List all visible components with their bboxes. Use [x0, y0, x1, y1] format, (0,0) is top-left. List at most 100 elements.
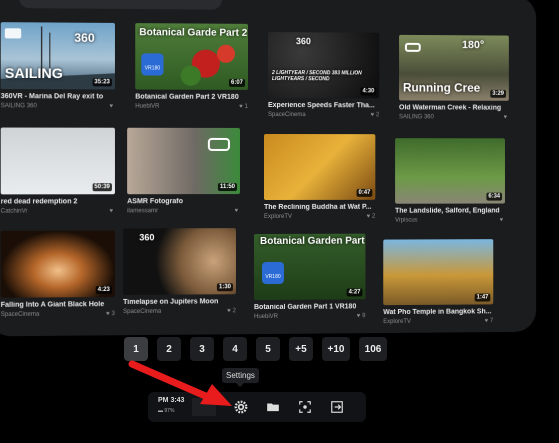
page-button-5[interactable]: 5 [256, 337, 280, 361]
video-card[interactable]: 180° Running Cree 3:29 Old Waterman Cree… [399, 34, 509, 121]
page-button-4[interactable]: 4 [223, 337, 247, 361]
like-count: 2 [372, 213, 376, 220]
thumbnail-overlay-text: 2 LIGHTYEAR / SECOND 383 MILLION LIGHTYE… [271, 70, 362, 83]
page-jump-plus-5[interactable]: +5 [289, 337, 313, 361]
channel-name: SpaceCinema [267, 112, 306, 119]
channel-name: SAILING 360 [0, 103, 37, 110]
video-title: Wat Pho Temple in Bangkok Sh... [383, 308, 492, 317]
heart-icon: ♥ [105, 311, 110, 318]
duration-badge: 6:34 [486, 192, 503, 201]
channel-name: HuebiVR [254, 313, 279, 321]
video-thumbnail[interactable]: 4:23 [0, 230, 115, 298]
page-button-3[interactable]: 3 [190, 337, 214, 361]
video-thumbnail[interactable]: 180° Running Cree 3:29 [399, 34, 509, 101]
thumbnail-overlay-text: Botanical Garde Part 2 [139, 27, 248, 39]
video-title: The Landslide, Salford, England [395, 207, 500, 215]
video-thumbnail[interactable]: 1:47 [383, 239, 494, 306]
video-title: 360VR - Marina Del Ray exit to [0, 93, 104, 101]
channel-name: SpaceCinema [123, 308, 162, 316]
like-count: 9 [362, 313, 366, 320]
video-thumbnail[interactable]: 11:50 [127, 127, 240, 195]
video-title: Old Waterman Creek - Relaxing [399, 104, 502, 112]
like-count: 7 [489, 318, 494, 325]
like-count: 2 [375, 112, 380, 119]
vr-headset-icon [404, 42, 421, 52]
channel-name: ExploreTV [383, 318, 411, 326]
video-card[interactable]: Botanical Garden Part VR180 4:27 Botanic… [254, 233, 366, 321]
exit-icon[interactable] [330, 400, 344, 414]
folder-icon[interactable] [266, 400, 280, 414]
video-card[interactable]: 360 1:30 Timelapse on Jupiters Moon Spac… [123, 228, 236, 315]
heart-icon: ♥ [227, 308, 231, 315]
video-title: Botanical Garden Part 2 VR180 [135, 93, 239, 101]
channel-name: CatchinVr [0, 208, 28, 215]
duration-badge: 0:47 [356, 188, 373, 197]
channel-name: Vrpiscus [395, 217, 418, 224]
video-thumbnail[interactable]: 6:34 [395, 138, 505, 204]
channel-name: HuebiVR [135, 103, 160, 110]
heart-icon: ♥ [499, 217, 504, 224]
video-card[interactable]: 360 2 LIGHTYEAR / SECOND 383 MILLION LIG… [267, 32, 380, 119]
top-strip [19, 0, 222, 10]
video-title: red dead redemption 2 [0, 198, 78, 206]
video-card[interactable]: 0:47 The Reclining Buddha at Wat P... Ex… [264, 133, 376, 221]
video-title: Experience Speeds Faster Tha... [267, 102, 375, 110]
heart-icon: ♥ [109, 103, 113, 110]
video-card[interactable]: Botanical Garde Part 2 VR180 6:07 Botani… [135, 23, 248, 110]
thumbnail-overlay-text: Running Cree [402, 80, 481, 95]
video-title: ASMR Fotografo [127, 198, 183, 206]
heart-icon: ♥ [109, 208, 113, 215]
channel-name: ilamessamr [127, 208, 159, 215]
thumbnail-badge: 360 [139, 232, 155, 243]
thumbnail-overlay-text: Botanical Garden Part [260, 235, 365, 248]
page-jump-plus-10[interactable]: +10 [322, 337, 350, 361]
heart-icon: ♥ [356, 313, 361, 320]
duration-badge: 4:27 [346, 288, 363, 297]
video-library-panel: 360 SAILING 35:23 360VR - Marina Del Ray… [0, 0, 537, 337]
like-count: 2 [232, 308, 236, 315]
video-title: The Reclining Buddha at Wat P... [264, 203, 372, 212]
channel-name: ExploreTV [264, 213, 292, 221]
duration-badge: 35:23 [92, 78, 112, 87]
video-thumbnail[interactable]: 360 2 LIGHTYEAR / SECOND 383 MILLION LIG… [267, 32, 380, 99]
video-card[interactable]: 4:23 Falling Into A Giant Black Hole Spa… [0, 230, 115, 319]
recenter-icon[interactable] [298, 400, 312, 414]
red-arrow-annotation [128, 360, 232, 406]
video-thumbnail[interactable]: 0:47 [264, 133, 376, 201]
duration-badge: 3:29 [490, 89, 506, 98]
video-thumbnail[interactable]: 360 1:30 [123, 228, 236, 295]
heart-icon: ♥ [503, 114, 507, 121]
video-card[interactable]: 360 SAILING 35:23 360VR - Marina Del Ray… [0, 22, 115, 110]
like-count: 1 [244, 103, 248, 110]
vr-headset-icon [207, 137, 230, 151]
vr180-logo: VR180 [262, 261, 284, 285]
heart-icon: ♥ [234, 208, 238, 215]
thumbnail-badge: 360 [74, 30, 95, 45]
video-title: Botanical Garden Part 1 VR180 [254, 303, 357, 312]
page-button-last[interactable]: 106 [359, 337, 387, 361]
video-thumbnail[interactable]: 360 SAILING 35:23 [0, 22, 115, 90]
page-button-2[interactable]: 2 [157, 337, 181, 361]
channel-name: SpaceCinema [0, 311, 40, 319]
thumbnail-overlay-text: SAILING [4, 64, 63, 82]
duration-badge: 50:39 [92, 183, 112, 192]
duration-badge: 6:07 [228, 78, 245, 87]
page-button-1[interactable]: 1 [124, 337, 148, 361]
like-count: 3 [111, 311, 115, 318]
video-thumbnail[interactable]: 50:39 [0, 127, 115, 195]
duration-badge: 4:23 [95, 285, 112, 295]
video-thumbnail[interactable]: Botanical Garden Part VR180 4:27 [254, 233, 366, 301]
video-thumbnail[interactable]: Botanical Garde Part 2 VR180 6:07 [135, 23, 248, 90]
video-title: Falling Into A Giant Black Hole [0, 301, 105, 309]
thumbnail-badge: 180° [461, 39, 485, 52]
video-card[interactable]: 1:47 Wat Pho Temple in Bangkok Sh... Exp… [383, 239, 494, 326]
heart-icon: ♥ [366, 213, 371, 220]
video-card[interactable]: 11:50 ASMR Fotografo ilamessamr ♥ [127, 127, 240, 215]
heart-icon: ♥ [370, 112, 375, 119]
video-card[interactable]: 6:34 The Landslide, Salford, England Vrp… [395, 138, 505, 224]
channel-name: SAILING 360 [399, 114, 434, 121]
duration-badge: 11:50 [217, 183, 237, 192]
video-card[interactable]: 50:39 red dead redemption 2 CatchinVr ♥ [0, 127, 115, 215]
vr180-logo: VR180 [141, 53, 164, 76]
pagination: 1 2 3 4 5 +5 +10 106 [124, 337, 387, 361]
